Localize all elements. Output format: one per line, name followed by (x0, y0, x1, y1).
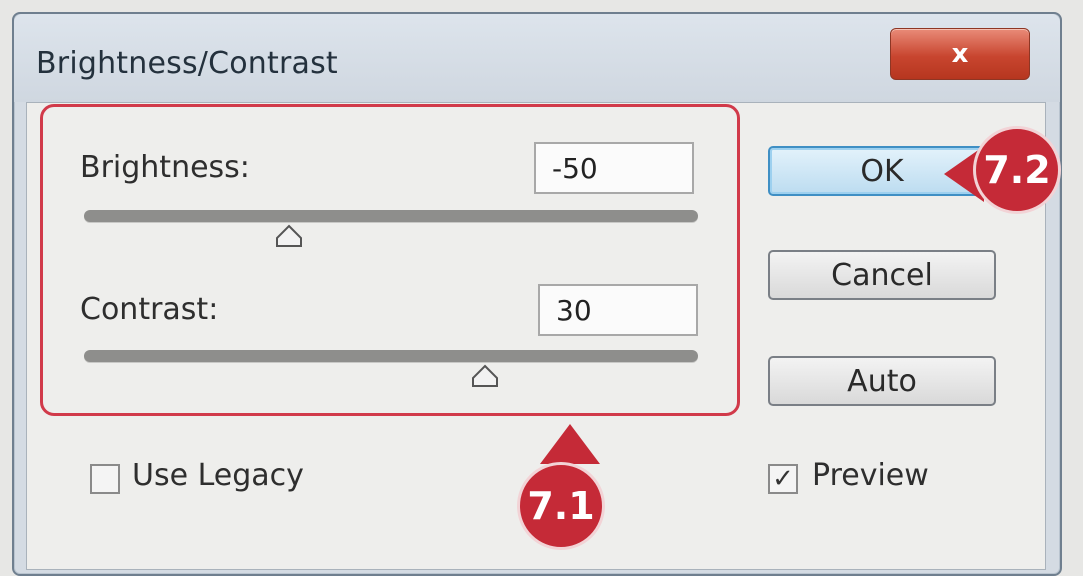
contrast-slider-thumb[interactable] (470, 364, 500, 388)
brightness-slider-thumb[interactable] (274, 224, 304, 248)
cancel-button[interactable]: Cancel (768, 250, 996, 300)
brightness-label: Brightness: (80, 150, 250, 185)
close-button[interactable]: x (890, 28, 1030, 80)
brightness-slider-track[interactable] (84, 210, 698, 222)
dialog-title: Brightness/Contrast (36, 46, 338, 81)
callout-badge-group: 7.1 (517, 462, 605, 550)
use-legacy-label: Use Legacy (132, 458, 304, 493)
auto-button[interactable]: Auto (768, 356, 996, 406)
contrast-value-field[interactable]: 30 (538, 284, 698, 336)
contrast-label: Contrast: (80, 292, 219, 327)
preview-label: Preview (812, 458, 929, 493)
close-icon: x (951, 39, 969, 69)
contrast-slider-track[interactable] (84, 350, 698, 362)
brightness-value-field[interactable]: -50 (534, 142, 694, 194)
use-legacy-checkbox[interactable] (90, 464, 120, 494)
preview-checkbox[interactable]: ✓ (768, 464, 798, 494)
title-bar: Brightness/Contrast x (14, 14, 1060, 102)
callout-pointer-group (540, 424, 600, 464)
callout-badge-ok: 7.2 (973, 126, 1061, 214)
